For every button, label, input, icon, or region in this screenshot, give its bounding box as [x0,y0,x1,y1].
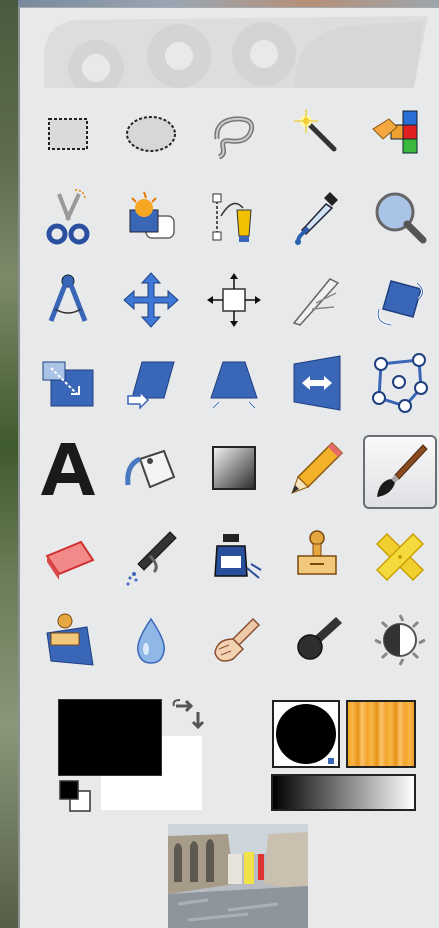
scale-tool[interactable] [31,346,105,420]
blur-sharpen-icon [137,617,165,664]
dodge-burn-tool[interactable] [280,603,354,677]
foreground-select-tool[interactable] [114,180,188,254]
clone-tool[interactable] [280,520,354,594]
fuzzy-select-tool[interactable] [280,97,354,171]
move-tool[interactable] [114,263,188,337]
rotate-icon [376,280,424,327]
perspective-icon [210,361,258,410]
zoom-tool[interactable] [363,180,437,254]
bucket-fill-tool[interactable] [114,431,188,505]
rect-select-icon [48,118,88,150]
desaturate-icon [374,614,426,666]
background-window-strip [0,0,18,928]
ink-icon [214,534,262,579]
free-select-tool[interactable] [197,97,271,171]
dodge-burn-icon [297,617,342,660]
image-thumbnail-picture [168,824,308,928]
heal-tool[interactable] [363,520,437,594]
select-by-color-tool[interactable] [363,97,437,171]
color-picker-icon [295,192,338,245]
align-icon [207,273,261,327]
smudge-icon [214,617,261,662]
free-select-icon [214,116,255,160]
smudge-tool[interactable] [197,603,271,677]
ellipse-select-tool[interactable] [114,97,188,171]
rect-select-tool[interactable] [31,97,105,171]
cage-transform-tool[interactable] [363,346,437,420]
crop-icon [292,278,340,326]
pencil-icon [291,441,344,494]
perspective-clone-icon [46,613,94,666]
ellipse-select-icon [126,116,176,152]
rotate-tool[interactable] [363,263,437,337]
scale-icon [42,361,94,407]
brush-shape-icon [276,704,336,764]
swap-colors-icon[interactable] [168,696,206,732]
pattern-preview[interactable] [346,700,416,768]
select-by-color-icon [372,110,418,154]
flip-icon [293,355,341,411]
zoom-icon [375,192,427,244]
pencil-tool[interactable] [280,431,354,505]
airbrush-icon [126,531,177,586]
airbrush-tool[interactable] [114,520,188,594]
eraser-icon [45,540,95,580]
foreground-select-icon [129,191,175,239]
move-icon [123,272,179,328]
active-image-thumbnail[interactable] [168,824,308,928]
scissors-select-tool[interactable] [31,180,105,254]
heal-icon [375,532,425,582]
measure-icon [48,274,88,322]
text-tool[interactable] [31,431,105,505]
gimp-logo [44,16,428,88]
blend-icon [212,446,256,490]
crop-tool[interactable] [280,263,354,337]
scissors-select-icon [46,189,90,245]
align-tool[interactable] [197,263,271,337]
desaturate-tool[interactable] [363,603,437,677]
shear-icon [127,361,175,410]
measure-tool[interactable] [31,263,105,337]
gradient-preview[interactable] [271,774,416,811]
brush-preview[interactable] [272,700,340,768]
ink-tool[interactable] [197,520,271,594]
blend-tool[interactable] [197,431,271,505]
color-picker-tool[interactable] [280,180,354,254]
clone-icon [297,530,337,575]
perspective-clone-tool[interactable] [31,603,105,677]
foreground-color-swatch[interactable] [58,699,162,776]
default-colors-icon[interactable] [58,779,92,813]
paths-icon [212,193,252,242]
blur-sharpen-tool[interactable] [114,603,188,677]
eraser-tool[interactable] [31,520,105,594]
shear-tool[interactable] [114,346,188,420]
perspective-tool[interactable] [197,346,271,420]
paths-tool[interactable] [197,180,271,254]
flip-tool[interactable] [280,346,354,420]
cage-transform-icon [372,353,428,413]
paintbrush-icon [377,444,428,497]
paintbrush-tool[interactable] [363,435,437,509]
text-icon [41,443,95,495]
fuzzy-select-icon [294,109,337,152]
bucket-fill-icon [125,449,176,489]
